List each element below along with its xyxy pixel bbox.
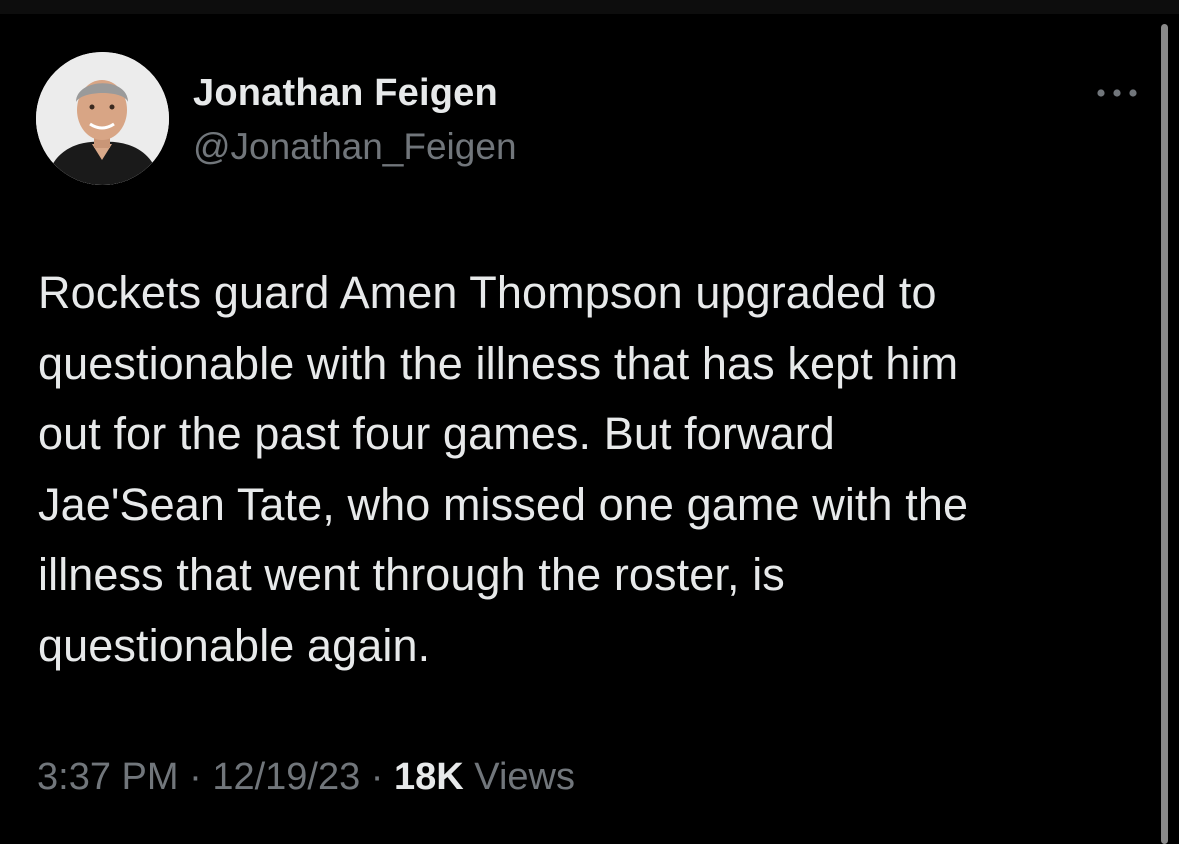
tweet-text-line: out for the past four games. But forward (38, 408, 835, 459)
tweet-text-line: Rockets guard Amen Thompson upgraded to (38, 267, 937, 318)
tweet-text-line: questionable again. (38, 619, 431, 671)
views-label: Views (474, 756, 575, 798)
more-button[interactable] (1090, 80, 1144, 106)
tweet-text-line: illness that went through the roster, is (38, 549, 785, 600)
scrollbar[interactable] (1161, 24, 1168, 844)
more-horizontal-icon (1097, 89, 1137, 97)
meta-separator: · (189, 756, 202, 798)
author-display-name[interactable]: Jonathan Feigen (193, 72, 498, 115)
tweet-meta: 3:37 PM · 12/19/23 · 18K Views (37, 756, 575, 799)
tweet-time[interactable]: 3:37 PM (37, 756, 179, 798)
tweet-text-line: Jae'Sean Tate, who missed one game with … (38, 478, 969, 530)
profile-photo-icon (36, 52, 169, 185)
author-handle[interactable]: @Jonathan_Feigen (193, 126, 517, 168)
author-avatar[interactable] (36, 52, 169, 185)
meta-separator: · (370, 756, 384, 798)
tweet-text: Rockets guard Amen Thompson upgraded to … (38, 258, 1128, 681)
tweet-date[interactable]: 12/19/23 (212, 756, 360, 798)
top-strip (0, 0, 1179, 14)
tweet-text-line: questionable with the illness that has k… (38, 337, 959, 389)
views-count[interactable]: 18K (394, 756, 464, 798)
